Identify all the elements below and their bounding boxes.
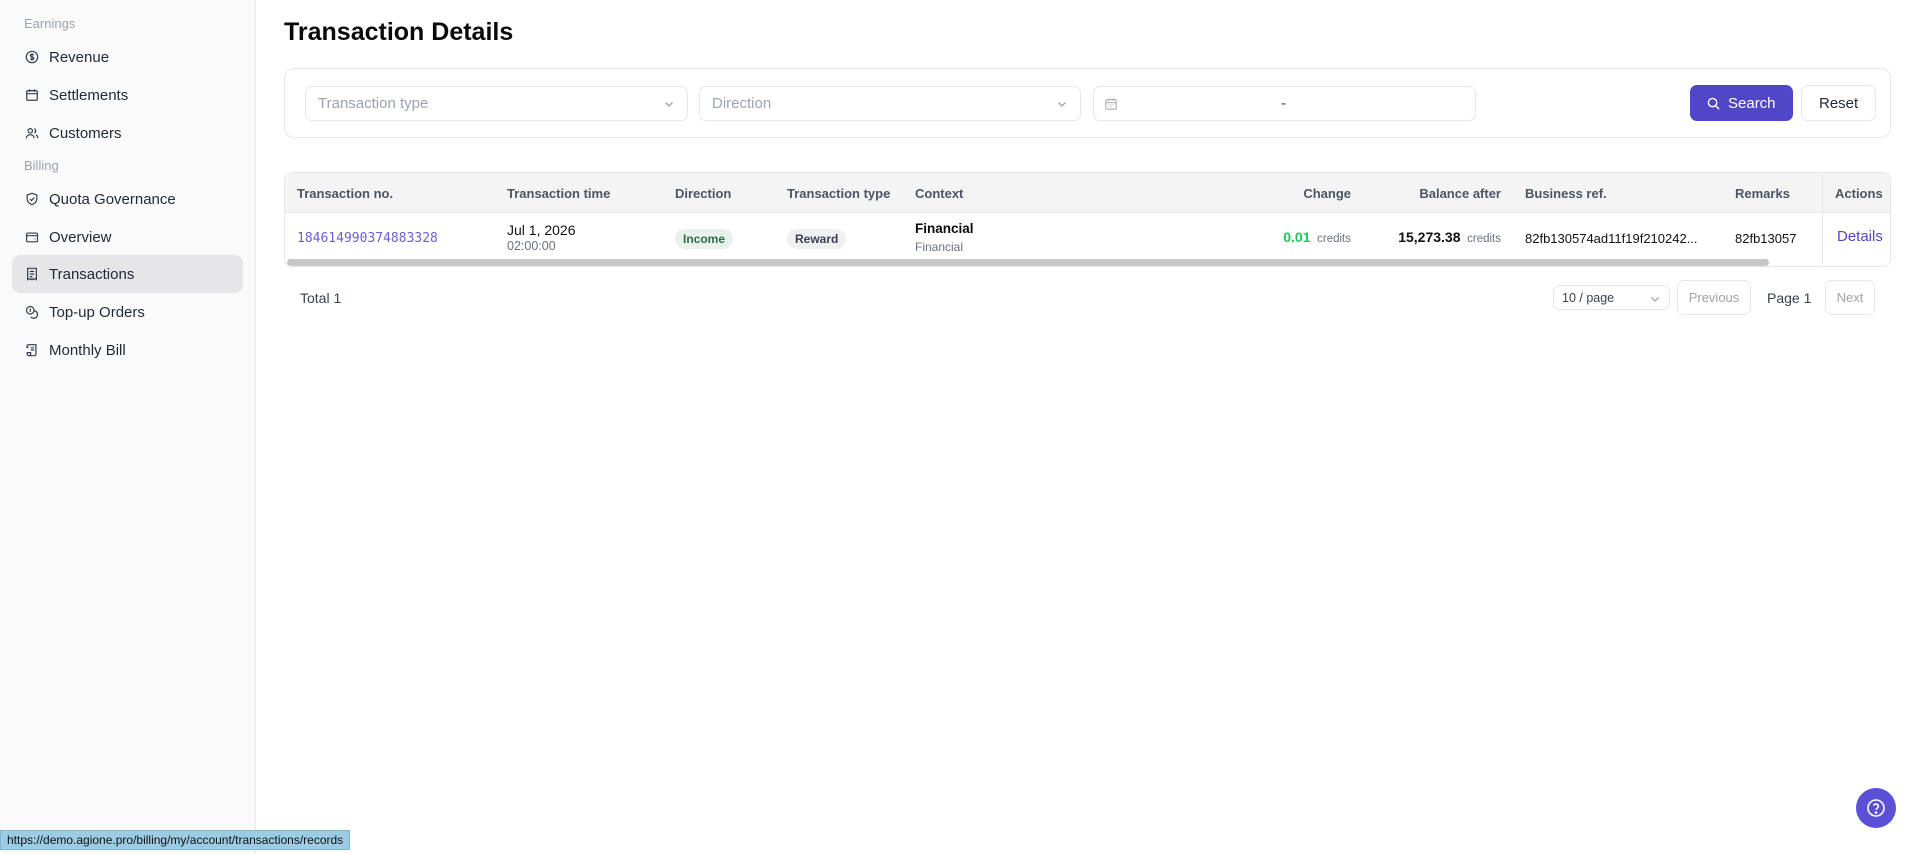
page-size-select[interactable]: 10 / page <box>1553 285 1670 310</box>
details-link[interactable]: Details <box>1837 228 1883 245</box>
calendar-icon <box>26 89 38 101</box>
reset-button-label: Reset <box>1819 94 1859 112</box>
business-ref-value: 82fb130574ad11f19f210242... <box>1525 231 1698 246</box>
remarks-value: 82fb13057 <box>1735 231 1797 246</box>
direction-select[interactable]: Direction <box>699 86 1081 121</box>
filter-bar: Transaction type Direction - Search Rese… <box>284 68 1891 138</box>
column-header-transaction-no: Transaction no. <box>297 186 394 201</box>
page-size-value: 10 / page <box>1562 290 1615 305</box>
coins-icon <box>25 305 39 319</box>
sidebar-item-label: Overview <box>49 228 112 246</box>
date-range-separator: - <box>1281 95 1286 112</box>
change-amount: 0.01 <box>1283 229 1311 245</box>
status-bar-url: https://demo.agione.pro/billing/my/accou… <box>0 830 351 850</box>
sidebar-item-transactions[interactable]: Transactions <box>12 255 243 293</box>
scroll-icon <box>26 344 37 357</box>
column-header-balance-after: Balance after <box>1419 186 1501 201</box>
sidebar-item-label: Quota Governance <box>49 190 176 208</box>
transaction-no-link[interactable]: 184614990374883328 <box>297 231 438 246</box>
column-header-transaction-time: Transaction time <box>507 186 611 201</box>
wallet-icon <box>25 232 39 243</box>
context-title: Financial <box>915 221 974 236</box>
total-count: Total 1 <box>300 290 342 306</box>
search-button-label: Search <box>1728 94 1776 112</box>
sidebar-item-revenue[interactable]: Revenue <box>12 38 243 76</box>
page-title: Transaction Details <box>284 18 514 46</box>
actions-column: Actions Details <box>1822 173 1890 266</box>
sidebar-item-quota-governance[interactable]: Quota Governance <box>12 180 243 218</box>
dollar-circle-icon <box>25 50 39 64</box>
help-circle-icon <box>1867 799 1885 817</box>
sidebar-item-label: Revenue <box>49 48 110 66</box>
horizontal-scrollbar[interactable] <box>287 259 1769 266</box>
shield-check-icon <box>26 192 38 206</box>
direction-badge: Income <box>675 229 734 249</box>
sidebar-item-label: Monthly Bill <box>49 341 126 359</box>
next-label: Next <box>1836 290 1864 305</box>
search-icon <box>1707 97 1720 110</box>
help-button[interactable] <box>1856 788 1896 828</box>
transactions-table: Transaction no. Transaction time Directi… <box>284 172 1891 267</box>
sidebar-item-top-up-orders[interactable]: Top-up Orders <box>12 293 243 331</box>
direction-placeholder: Direction <box>712 95 772 112</box>
date-range-picker[interactable]: - <box>1093 86 1476 121</box>
main-content: Transaction Details Transaction type Dir… <box>257 0 1920 854</box>
sidebar-item-label: Customers <box>49 124 122 142</box>
section-label-billing: Billing <box>24 158 59 173</box>
chevron-down-icon <box>1058 102 1066 107</box>
receipt-icon <box>27 267 37 281</box>
section-label-earnings: Earnings <box>24 16 76 31</box>
sidebar-item-monthly-bill[interactable]: Monthly Bill <box>12 331 243 369</box>
sidebar-item-label: Transactions <box>49 265 135 283</box>
column-header-change: Change <box>1303 186 1351 201</box>
sidebar-item-label: Top-up Orders <box>49 303 145 321</box>
balance-amount: 15,273.38 <box>1398 229 1461 245</box>
change-unit: credits <box>1317 233 1351 245</box>
table-header: Transaction no. Transaction time Directi… <box>285 173 1890 213</box>
balance-unit: credits <box>1467 233 1501 245</box>
transaction-type-select[interactable]: Transaction type <box>305 86 688 121</box>
chevron-down-icon <box>665 102 673 107</box>
sidebar: Earnings Revenue Settlements Customers B… <box>0 0 256 854</box>
sidebar-item-overview[interactable]: Overview <box>12 218 243 256</box>
transaction-type-badge: Reward <box>787 229 847 249</box>
users-icon <box>25 128 39 139</box>
sidebar-item-settlements[interactable]: Settlements <box>12 76 243 114</box>
column-header-transaction-type: Transaction type <box>787 186 891 201</box>
transaction-time: 02:00:00 <box>507 239 556 253</box>
transaction-date: Jul 1, 2026 <box>507 222 576 238</box>
context-subtitle: Financial <box>915 240 964 254</box>
column-header-direction: Direction <box>675 186 732 201</box>
reset-button[interactable]: Reset <box>1801 85 1877 121</box>
search-button[interactable]: Search <box>1690 85 1793 121</box>
chevron-down-icon <box>1651 297 1659 302</box>
calendar-icon <box>1105 97 1117 110</box>
transaction-type-placeholder: Transaction type <box>318 95 429 112</box>
column-header-remarks: Remarks <box>1735 186 1790 201</box>
sidebar-item-label: Settlements <box>49 86 129 104</box>
column-header-context: Context <box>915 186 964 201</box>
sidebar-item-customers[interactable]: Customers <box>12 114 243 152</box>
current-page: Page 1 <box>1767 290 1812 306</box>
previous-page-button[interactable]: Previous <box>1677 280 1751 315</box>
previous-label: Previous <box>1688 290 1740 305</box>
next-page-button[interactable]: Next <box>1825 280 1875 315</box>
balance-after-value: 15,273.38 credits <box>1398 229 1501 245</box>
column-header-business-ref: Business ref. <box>1525 186 1607 201</box>
column-header-actions: Actions <box>1835 186 1883 201</box>
change-value: 0.01 credits <box>1283 229 1351 245</box>
